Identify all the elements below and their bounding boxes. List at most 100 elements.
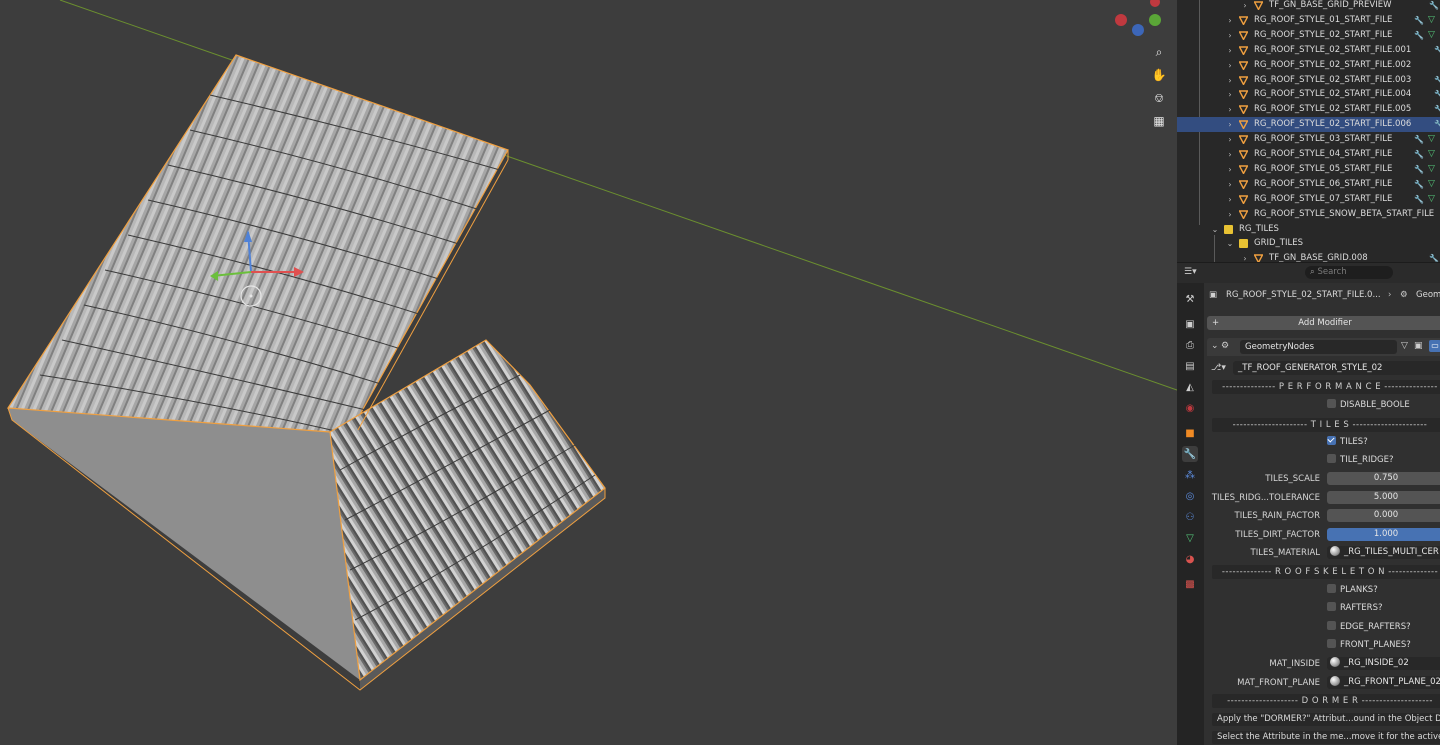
mesh-data-icon[interactable]: ▽ [1428, 132, 1435, 147]
expand-chevron-right-icon[interactable]: › [1226, 117, 1234, 132]
mesh-data-icon[interactable]: ▽ [1428, 177, 1435, 192]
modifier-wrench-icon[interactable]: 🔧 [1414, 192, 1424, 207]
data-tab-icon[interactable]: ▽ [1182, 530, 1198, 546]
edit-mode-toggle-icon[interactable]: ▽ [1401, 341, 1408, 351]
3d-viewport[interactable]: ⌕ ✋ ⎊ ▦ [0, 0, 1177, 745]
properties-search-input[interactable]: ⌕ Search [1305, 266, 1393, 279]
cage-toggle-icon[interactable]: ▣ [1414, 341, 1423, 351]
tiles-material-field[interactable]: _RG_TILES_MULTI_CER [1327, 546, 1440, 559]
expand-chevron-right-icon[interactable]: › [1226, 162, 1234, 177]
outliner[interactable]: ›TF_GN_BASE_GRID_PREVIEW🔧▽ ›RG_ROOF_STYLE… [1177, 0, 1440, 262]
editor-type-icon[interactable]: ☰▾ [1184, 267, 1197, 277]
particles-tab-icon[interactable]: ⁂ [1182, 467, 1198, 483]
camera-icon[interactable]: ⎊ [1150, 89, 1168, 107]
edge-rafters-checkbox[interactable]: EDGE_RAFTERS? [1327, 621, 1411, 634]
outliner-object-row[interactable]: ›TF_GN_BASE_GRID_PREVIEW🔧▽ [1177, 0, 1440, 13]
planks-checkbox[interactable]: PLANKS? [1327, 584, 1378, 597]
collapse-chevron-icon[interactable]: ⌄ [1211, 341, 1219, 351]
outliner-object-row[interactable]: ›TF_GN_BASE_GRID.008🔧▽ [1177, 251, 1440, 262]
mesh-data-icon[interactable]: ▽ [1428, 13, 1435, 28]
outliner-object-row[interactable]: ›RG_ROOF_STYLE_02_START_FILE.003🔧▽ [1177, 73, 1440, 88]
outliner-collection-row[interactable]: ⌄ RG_TILES [1177, 222, 1440, 237]
modifier-wrench-icon[interactable]: 🔧 [1414, 177, 1424, 192]
node-group-field[interactable]: _TF_ROOF_GENERATOR_STYLE_02 [1233, 361, 1440, 375]
outliner-object-row[interactable]: › RG_ROOF_STYLE_05_START_FILE 🔧 ▽ [1177, 162, 1440, 177]
modifier-name-field[interactable]: GeometryNodes [1240, 340, 1397, 354]
mat-inside-field[interactable]: _RG_INSIDE_02 [1327, 657, 1440, 670]
outliner-object-row[interactable]: › RG_ROOF_STYLE_03_START_FILE 🔧 ▽ [1177, 132, 1440, 147]
outliner-object-row[interactable]: ›RG_ROOF_STYLE_02_START_FILE.002▽ [1177, 58, 1440, 73]
mesh-data-icon[interactable]: ▽ [1428, 147, 1435, 162]
expand-chevron-right-icon[interactable]: › [1226, 102, 1234, 117]
disable-boole-checkbox[interactable]: DISABLE_BOOLE [1327, 399, 1410, 412]
modifier-wrench-icon[interactable]: 🔧 [1414, 28, 1424, 43]
expand-chevron-down-icon[interactable]: ⌄ [1226, 236, 1234, 251]
front-planes-checkbox[interactable]: FRONT_PLANES? [1327, 639, 1411, 652]
rafters-box[interactable] [1327, 602, 1336, 611]
output-tab-icon[interactable]: ⎙ [1182, 337, 1198, 353]
expand-chevron-right-icon[interactable]: › [1226, 58, 1234, 73]
scene-tab-icon[interactable]: ◭ [1182, 379, 1198, 395]
expand-chevron-right-icon[interactable]: › [1226, 87, 1234, 102]
planks-box[interactable] [1327, 584, 1336, 593]
modifier-wrench-icon[interactable]: 🔧 [1434, 117, 1440, 132]
pan-hand-icon[interactable]: ✋ [1150, 66, 1168, 84]
outliner-object-row[interactable]: › RG_ROOF_STYLE_04_START_FILE 🔧 ▽ [1177, 147, 1440, 162]
outliner-object-row[interactable]: › RG_ROOF_STYLE_07_START_FILE 🔧 ▽ [1177, 192, 1440, 207]
expand-chevron-right-icon[interactable]: › [1226, 147, 1234, 162]
perspective-grid-icon[interactable]: ▦ [1150, 112, 1168, 130]
tile-ridge-checkbox[interactable]: TILE_RIDGE? [1327, 454, 1393, 467]
modifier-wrench-icon[interactable]: 🔧 [1434, 102, 1440, 117]
expand-chevron-right-icon[interactable]: › [1241, 251, 1249, 262]
expand-chevron-right-icon[interactable]: › [1226, 43, 1234, 58]
mesh-data-icon[interactable]: ▽ [1428, 192, 1435, 207]
view-layer-tab-icon[interactable]: ▤ [1182, 358, 1198, 374]
tiles-rain-field[interactable]: 0.000 [1327, 509, 1440, 522]
tiles-scale-field[interactable]: 0.750 [1327, 472, 1440, 485]
tiles-box[interactable] [1327, 436, 1336, 445]
modifier-wrench-icon[interactable]: 🔧 [1414, 162, 1424, 177]
modifier-wrench-icon[interactable]: 🔧 [1429, 0, 1439, 13]
expand-chevron-right-icon[interactable]: › [1226, 132, 1234, 147]
physics-tab-icon[interactable]: ◎ [1182, 488, 1198, 504]
disable-boole-box[interactable] [1327, 399, 1336, 408]
outliner-collection-row[interactable]: ⌄ GRID_TILES [1177, 236, 1440, 251]
tiles-checkbox[interactable]: TILES? [1327, 436, 1368, 449]
modifier-wrench-icon[interactable]: 🔧 [1434, 87, 1440, 102]
outliner-object-row[interactable]: ›RG_ROOF_STYLE_02_START_FILE.006🔧▽ [1177, 117, 1440, 133]
outliner-object-row[interactable]: ›RG_ROOF_STYLE_SNOW_BETA_START_FILE▽ [1177, 207, 1440, 222]
render-tab-icon[interactable]: ▣ [1182, 316, 1198, 332]
expand-chevron-right-icon[interactable]: › [1241, 0, 1249, 13]
modifier-tab-icon[interactable]: 🔧 [1182, 446, 1198, 462]
outliner-object-row[interactable]: ›RG_ROOF_STYLE_02_START_FILE.005🔧▽ [1177, 102, 1440, 117]
mesh-data-icon[interactable]: ▽ [1428, 162, 1435, 177]
modifier-wrench-icon[interactable]: 🔧 [1429, 251, 1439, 262]
material-tab-icon[interactable]: ◕ [1182, 551, 1198, 567]
modifier-wrench-icon[interactable]: 🔧 [1434, 43, 1440, 58]
expand-chevron-right-icon[interactable]: › [1226, 13, 1234, 28]
tiles-dirt-field[interactable]: 1.000 [1327, 528, 1440, 541]
mesh-data-icon[interactable]: ▽ [1428, 28, 1435, 43]
texture-tab-icon[interactable]: ▩ [1182, 576, 1198, 592]
object-tab-icon[interactable]: ■ [1182, 425, 1198, 441]
outliner-object-row[interactable]: ›RG_ROOF_STYLE_02_START_FILE.004🔧▽ [1177, 87, 1440, 102]
tiles-ridge-tolerance-field[interactable]: 5.000 [1327, 491, 1440, 504]
modifier-wrench-icon[interactable]: 🔧 [1414, 132, 1424, 147]
outliner-object-row[interactable]: ›RG_ROOF_STYLE_02_START_FILE.001🔧▽ [1177, 43, 1440, 58]
node-tree-icon[interactable]: ⎇▾ [1211, 361, 1226, 375]
outliner-object-row[interactable]: › RG_ROOF_STYLE_06_START_FILE 🔧 ▽ [1177, 177, 1440, 192]
modifier-wrench-icon[interactable]: 🔧 [1434, 73, 1440, 88]
zoom-icon[interactable]: ⌕ [1150, 43, 1168, 61]
expand-chevron-right-icon[interactable]: › [1226, 73, 1234, 88]
outliner-object-row[interactable]: › RG_ROOF_STYLE_02_START_FILE 🔧 ▽ [1177, 28, 1440, 43]
constraints-tab-icon[interactable]: ⚇ [1182, 509, 1198, 525]
front-planes-box[interactable] [1327, 639, 1336, 648]
outliner-object-row[interactable]: › RG_ROOF_STYLE_01_START_FILE 🔧 ▽ [1177, 13, 1440, 28]
mat-front-plane-field[interactable]: _RG_FRONT_PLANE_02 [1327, 676, 1440, 689]
edge-rafters-box[interactable] [1327, 621, 1336, 630]
rafters-checkbox[interactable]: RAFTERS? [1327, 602, 1383, 615]
tool-tab-icon[interactable]: ⚒ [1182, 291, 1198, 307]
world-tab-icon[interactable]: ◉ [1182, 400, 1198, 416]
modifier-wrench-icon[interactable]: 🔧 [1414, 13, 1424, 28]
viewport-toggle-icon[interactable]: ▭ [1429, 340, 1440, 352]
